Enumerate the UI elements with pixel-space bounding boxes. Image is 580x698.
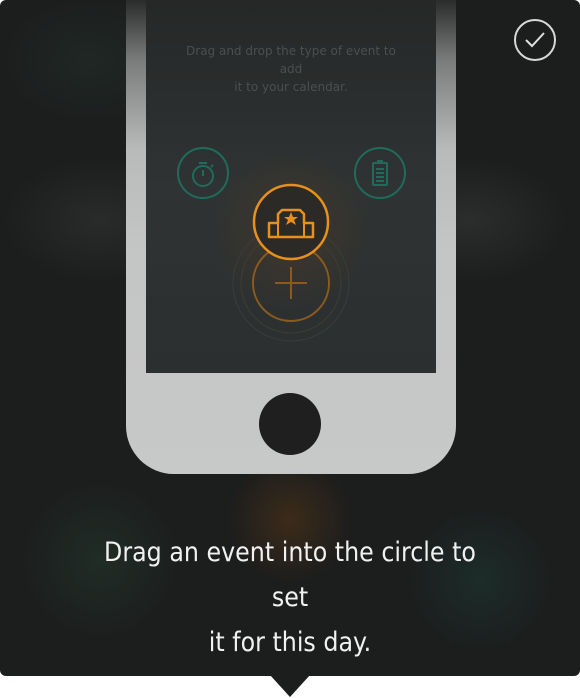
onboarding-popup: Drag and drop the type of event to add i… bbox=[0, 0, 580, 676]
popover-pointer bbox=[270, 675, 310, 697]
instruction-line2: it for this day. bbox=[208, 627, 372, 658]
instruction-line1: Drag an event into the circle to set bbox=[104, 537, 476, 613]
instruction-text: Drag an event into the circle to set it … bbox=[88, 530, 493, 665]
phone-illustration: Drag and drop the type of event to add i… bbox=[126, 0, 456, 474]
podium-icon bbox=[252, 183, 330, 261]
battery-icon bbox=[354, 147, 406, 199]
stopwatch-icon bbox=[177, 147, 229, 199]
done-button[interactable] bbox=[514, 19, 556, 61]
home-button bbox=[259, 393, 321, 455]
checkmark-icon bbox=[525, 32, 545, 48]
